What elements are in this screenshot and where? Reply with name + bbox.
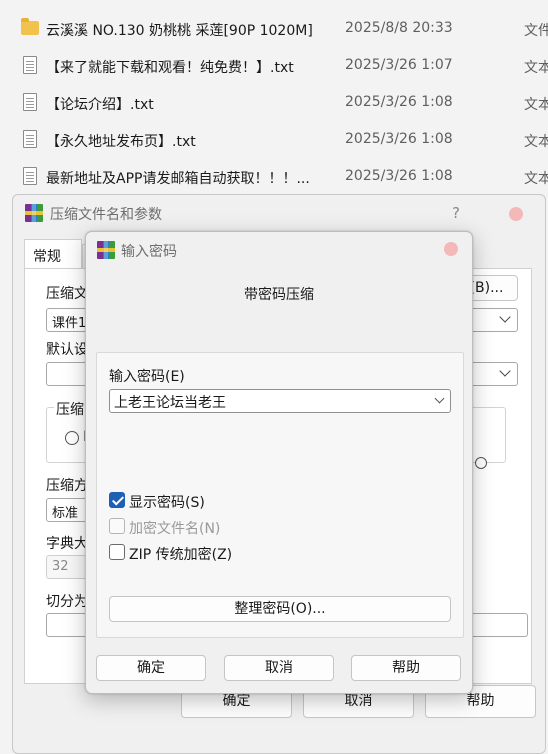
dictionary-size-label: 字典大 — [46, 536, 88, 552]
winrar-icon — [25, 204, 43, 222]
file-date: 2025/3/26 1:08 — [345, 168, 453, 184]
archive-format-label: 压缩 — [54, 399, 86, 419]
show-password-checkbox[interactable] — [109, 492, 125, 508]
tab-label: 常规 — [33, 249, 61, 265]
text-file-icon — [21, 56, 39, 74]
password-input[interactable]: 上老王论坛当老王 — [109, 389, 451, 413]
file-type: 文本 — [524, 60, 548, 76]
encrypt-filenames-label: 加密文件名(N) — [129, 521, 221, 537]
archive-name-label: 压缩文 — [46, 286, 88, 302]
close-icon[interactable] — [509, 207, 523, 221]
dialog-title: 压缩文件名和参数 — [50, 207, 162, 223]
password-panel: 输入密码(E) 上老王论坛当老王 显示密码(S) 加密文件名(N) ZIP 传统… — [96, 352, 464, 638]
zip-legacy-encryption-label: ZIP 传统加密(Z) — [129, 547, 233, 563]
password-value: 上老王论坛当老王 — [114, 395, 226, 411]
file-name: 【来了就能下载和观看！纯免费！】.txt — [46, 60, 294, 76]
tab-general[interactable]: 常规 — [24, 239, 82, 269]
file-name: 【论坛介绍】.txt — [46, 97, 154, 113]
radio-option[interactable] — [475, 457, 487, 469]
zip-legacy-encryption-checkbox[interactable] — [109, 544, 125, 560]
file-type: 文件 — [524, 23, 548, 39]
file-row-folder[interactable]: 云溪溪 NO.130 奶桃桃 采莲[90P 1020M] 2025/8/8 20… — [0, 10, 548, 47]
close-icon[interactable] — [444, 242, 458, 256]
file-type: 文本 — [524, 171, 548, 187]
text-file-icon — [21, 167, 39, 185]
file-date: 2025/8/8 20:33 — [345, 20, 453, 36]
file-row[interactable]: 最新地址及APP请发邮箱自动获取！！！... 2025/3/26 1:08 文本 — [0, 158, 548, 195]
text-file-icon — [21, 93, 39, 111]
file-name: 云溪溪 NO.130 奶桃桃 采莲[90P 1020M] — [46, 23, 313, 39]
default-profile-label: 默认设 — [46, 342, 88, 358]
file-row[interactable]: 【永久地址发布页】.txt 2025/3/26 1:08 文本 — [0, 121, 548, 158]
file-list: 云溪溪 NO.130 奶桃桃 采莲[90P 1020M] 2025/8/8 20… — [0, 10, 548, 195]
organize-passwords-button[interactable]: 整理密码(O)... — [109, 596, 451, 622]
chevron-down-icon[interactable] — [434, 393, 445, 404]
file-date: 2025/3/26 1:08 — [345, 131, 453, 147]
dialog-title: 输入密码 — [121, 244, 177, 260]
enter-password-label: 输入密码(E) — [109, 369, 185, 385]
file-name: 最新地址及APP请发邮箱自动获取！！！... — [46, 171, 310, 187]
file-name: 【永久地址发布页】.txt — [46, 134, 196, 150]
file-date: 2025/3/26 1:07 — [345, 57, 453, 73]
file-type: 文本 — [524, 134, 548, 150]
help-button[interactable]: 帮助 — [351, 655, 461, 681]
split-unit-combo[interactable] — [465, 613, 528, 637]
format-radio[interactable] — [65, 431, 79, 445]
file-row[interactable]: 【来了就能下载和观看！纯免费！】.txt 2025/3/26 1:07 文本 — [0, 47, 548, 84]
file-date: 2025/3/26 1:08 — [345, 94, 453, 110]
ok-button[interactable]: 确定 — [96, 655, 206, 681]
file-row[interactable]: 【论坛介绍】.txt 2025/3/26 1:08 文本 — [0, 84, 548, 121]
text-file-icon — [21, 130, 39, 148]
show-password-label: 显示密码(S) — [129, 495, 205, 511]
cancel-button[interactable]: 取消 — [224, 655, 334, 681]
password-dialog: 输入密码 带密码压缩 输入密码(E) 上老王论坛当老王 显示密码(S) 加密文件… — [85, 231, 473, 694]
file-type: 文本 — [524, 97, 548, 113]
winrar-icon — [97, 241, 115, 259]
compression-method-label: 压缩方 — [46, 478, 88, 494]
dialog-heading: 带密码压缩 — [244, 287, 314, 303]
encrypt-filenames-checkbox[interactable] — [109, 518, 125, 534]
help-question-button[interactable]: ? — [452, 204, 460, 222]
archive-name-value: 课件1 — [52, 316, 87, 331]
folder-icon — [21, 18, 39, 37]
split-volume-label: 切分为 — [46, 594, 88, 610]
